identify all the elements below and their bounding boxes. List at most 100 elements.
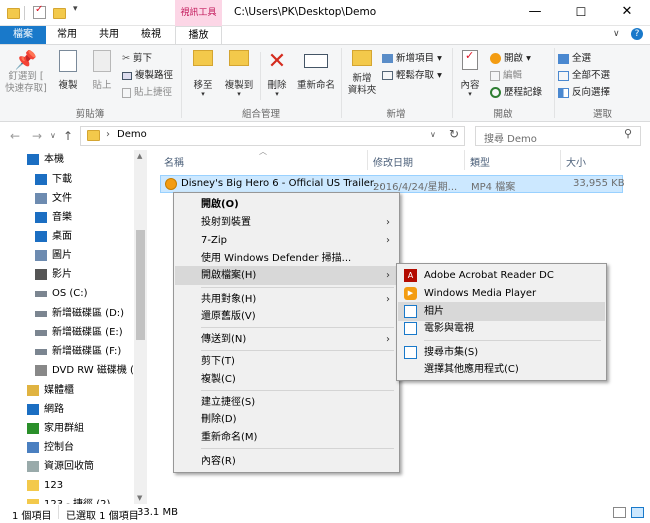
back-arrow-icon[interactable]: ← <box>10 129 20 143</box>
column-divider[interactable] <box>560 150 561 170</box>
paste-button[interactable]: 貼上 <box>86 50 118 91</box>
menu-item-cut[interactable]: 剪下(T) <box>175 352 398 371</box>
nav-item[interactable]: DVD RW 磁碟機 (G <box>0 361 134 380</box>
forward-arrow-icon[interactable]: → <box>32 129 42 143</box>
file-row[interactable]: Disney's Big Hero 6 - Official US Traile… <box>160 175 625 193</box>
nav-item-label: 圖片 <box>52 250 72 261</box>
refresh-icon[interactable]: ↻ <box>449 127 459 141</box>
menu-item-properties[interactable]: 內容(R) <box>175 452 398 471</box>
new-item-button[interactable]: 新增項目 ▾ <box>382 50 442 64</box>
copy-button[interactable]: 複製 <box>52 50 84 91</box>
nav-item[interactable]: 123 <box>0 476 134 495</box>
cut-button[interactable]: ✂ 剪下 <box>122 50 152 64</box>
copy-to-label: 複製到 <box>224 80 254 91</box>
details-view-icon[interactable] <box>613 507 626 518</box>
nav-item[interactable]: 下載 <box>0 170 134 189</box>
menu-item-copy[interactable]: 複製(C) <box>175 370 398 389</box>
menu-item-open[interactable]: 開啟(O) <box>175 195 398 214</box>
submenu-item-choose-other[interactable]: 選擇其他應用程式(C) <box>398 360 605 379</box>
up-arrow-icon[interactable]: ↑ <box>63 129 73 143</box>
divider <box>58 505 59 519</box>
pin-quick-access-button[interactable]: 📌 釘選到 [ 快速存取] <box>4 50 48 95</box>
history-button[interactable]: 歷程記錄 <box>490 84 542 98</box>
nav-item[interactable]: 媒體櫃 <box>0 381 134 400</box>
nav-item-label: 新增磁碟區 (F:) <box>52 346 122 357</box>
nav-item[interactable]: 新增磁碟區 (F:) <box>0 342 134 361</box>
nav-item-label: 家用群組 <box>44 423 84 434</box>
new-folder-icon <box>352 50 372 66</box>
delete-button[interactable]: ✕ 刪除 ▾ <box>262 50 292 98</box>
properties-quick-icon[interactable]: ✓ <box>33 4 46 19</box>
nav-item[interactable]: 音樂 <box>0 208 134 227</box>
nav-item[interactable]: 桌面 <box>0 227 134 246</box>
new-folder-quick-icon[interactable] <box>53 8 66 19</box>
invert-selection-button[interactable]: 反向選擇 <box>558 84 610 98</box>
nav-item[interactable]: 控制台 <box>0 438 134 457</box>
breadcrumb-separator-icon[interactable]: › <box>106 129 110 140</box>
menu-item-restore[interactable]: 還原舊版(V) <box>175 307 398 326</box>
nav-item[interactable]: OS (C:) <box>0 284 134 303</box>
nav-item[interactable]: 家用群組 <box>0 419 134 438</box>
nav-item[interactable]: 資源回收筒 <box>0 457 134 476</box>
breadcrumb[interactable]: Demo <box>117 129 147 140</box>
nav-item-label: OS (C:) <box>52 288 88 299</box>
nav-item[interactable]: 本機 <box>0 150 134 169</box>
properties-button[interactable]: ✓ 內容 ▾ <box>456 49 484 98</box>
tab-play[interactable]: 播放 <box>175 26 222 45</box>
menu-item-open-with[interactable]: 開啟檔案(H) › <box>175 266 398 285</box>
new-folder-button[interactable]: 新增 資料夾 <box>344 50 380 97</box>
paste-shortcut-button[interactable]: 貼上捷徑 <box>122 84 172 98</box>
easy-access-button[interactable]: 輕鬆存取 ▾ <box>382 67 442 81</box>
nav-item-label: 下載 <box>52 174 72 185</box>
column-header-name[interactable]: 名稱 <box>164 154 184 169</box>
nav-item[interactable]: 新增磁碟區 (E:) <box>0 323 134 342</box>
copy-to-button[interactable]: 複製到 ▾ <box>222 50 256 98</box>
menu-item-send-to[interactable]: 傳送到(N) › <box>175 330 398 349</box>
menu-item-cast[interactable]: 投射到裝置 › <box>175 213 398 232</box>
move-to-button[interactable]: 移至 ▾ <box>186 50 220 98</box>
edit-button[interactable]: 編輯 <box>490 67 522 81</box>
nav-item-label: 桌面 <box>52 231 72 242</box>
menu-item-delete[interactable]: 刪除(D) <box>175 410 398 429</box>
close-button[interactable]: ✕ <box>604 0 650 26</box>
nav-item[interactable]: 網路 <box>0 400 134 419</box>
open-button[interactable]: 開啟 ▾ <box>490 50 531 64</box>
select-none-button[interactable]: 全部不選 <box>558 67 610 81</box>
copy-path-button[interactable]: 複製路徑 <box>122 67 173 81</box>
scroll-down-icon[interactable]: ▼ <box>137 494 142 502</box>
nav-item[interactable]: 圖片 <box>0 246 134 265</box>
column-header-size[interactable]: 大小 <box>566 154 586 169</box>
menu-item-7zip[interactable]: 7-Zip › <box>175 231 398 250</box>
submenu-item-wmp[interactable]: ▶ Windows Media Player <box>398 284 605 303</box>
column-divider[interactable] <box>367 150 368 170</box>
tab-home[interactable]: 常用 <box>50 26 84 44</box>
scroll-up-icon[interactable]: ▲ <box>137 152 142 160</box>
nav-item[interactable]: 新增磁碟區 (D:) <box>0 304 134 323</box>
large-icons-view-icon[interactable] <box>631 507 644 518</box>
minimize-button[interactable]: — <box>512 0 558 26</box>
column-header-type[interactable]: 類型 <box>470 154 490 169</box>
tab-share[interactable]: 共用 <box>92 26 126 44</box>
submenu-item-movies-tv[interactable]: 電影與電視 <box>398 319 605 338</box>
submenu-item-acrobat[interactable]: A Adobe Acrobat Reader DC <box>398 266 605 285</box>
nav-scrollbar-thumb[interactable] <box>136 230 145 340</box>
nav-item[interactable]: 影片 <box>0 265 134 284</box>
search-input[interactable]: 搜尋 Demo <box>475 126 641 146</box>
select-all-button[interactable]: 全選 <box>558 50 591 64</box>
tab-file[interactable]: 檔案 <box>0 26 46 44</box>
nav-item[interactable]: 文件 <box>0 189 134 208</box>
help-icon[interactable]: ? <box>631 28 643 40</box>
address-dropdown-icon[interactable]: ∨ <box>430 130 436 139</box>
maximize-button[interactable]: ☐ <box>558 0 604 26</box>
customize-quick-access-icon[interactable]: ▾ <box>73 4 78 14</box>
select-none-icon <box>558 70 569 81</box>
rename-button[interactable]: 重新命名 <box>294 50 338 91</box>
tab-view[interactable]: 檢視 <box>134 26 168 44</box>
column-divider[interactable] <box>464 150 465 170</box>
drive-icon <box>35 330 47 336</box>
file-size: 33,955 KB <box>573 178 625 189</box>
column-header-date[interactable]: 修改日期 <box>373 154 413 169</box>
collapse-ribbon-icon[interactable]: ∨ <box>613 29 620 39</box>
menu-item-rename[interactable]: 重新命名(M) <box>175 428 398 447</box>
recent-locations-icon[interactable]: ∨ <box>50 131 56 140</box>
